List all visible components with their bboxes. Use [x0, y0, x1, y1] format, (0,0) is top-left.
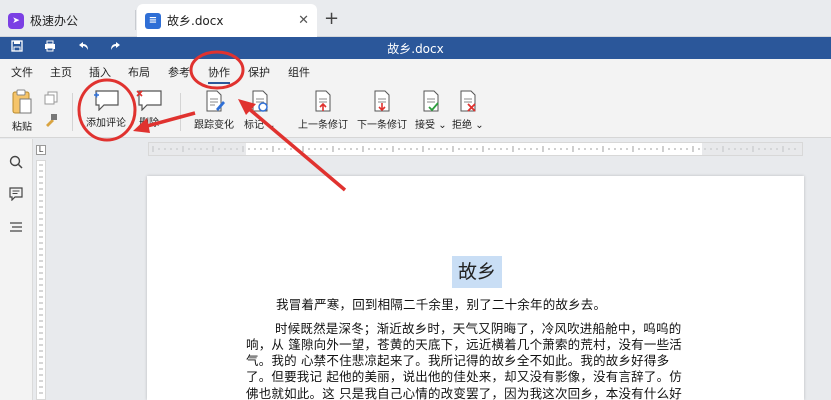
copy-icon[interactable] [44, 91, 58, 105]
reject-icon [460, 90, 476, 112]
comment-add-icon [94, 90, 119, 111]
delete-comment-button[interactable]: 删除 [135, 89, 163, 129]
menu-components[interactable]: 组件 [288, 64, 310, 80]
title-bar: 故乡.docx [0, 37, 831, 59]
tab-document-label: 故乡.docx [167, 14, 224, 28]
rocket-icon: ➤ [8, 12, 24, 29]
menu-bar: 文件 主页 插入 布局 参考 协作 保护 组件 [0, 59, 831, 85]
next-change-button[interactable]: 下一条修订 [357, 89, 407, 131]
menu-home[interactable]: 主页 [50, 64, 72, 80]
close-icon[interactable]: ✕ [298, 13, 309, 28]
document-icon: ≡ [145, 12, 161, 29]
chevron-down-icon: ⌄ [475, 120, 484, 131]
menu-protect[interactable]: 保护 [248, 64, 270, 80]
save-icon[interactable] [9, 40, 25, 55]
menu-collaboration[interactable]: 协作 [208, 64, 230, 84]
document-line[interactable]: 我冒着严寒，回到相隔二千余里，别了二十余年的故乡去。 [276, 294, 606, 313]
delete-comment-label: 删除 [139, 118, 159, 129]
previous-change-label: 上一条修订 [298, 120, 348, 131]
document-heading[interactable]: 故乡 [452, 256, 502, 288]
format-painter-icon[interactable] [44, 113, 58, 127]
vertical-ruler[interactable] [36, 160, 46, 400]
comments-icon[interactable] [9, 187, 25, 203]
track-changes-button[interactable]: 跟踪变化 [194, 89, 234, 131]
add-comment-button[interactable]: 添加评论 [86, 89, 126, 129]
menu-insert[interactable]: 插入 [89, 64, 111, 80]
print-icon[interactable] [42, 40, 58, 55]
markup-icon [252, 90, 268, 112]
ribbon-separator [72, 93, 73, 131]
menu-file[interactable]: 文件 [11, 64, 33, 80]
next-change-icon [374, 90, 390, 112]
menu-layout[interactable]: 布局 [128, 64, 150, 80]
ribbon: 粘贴 添加评论 删除 跟踪变化 标记 ⌄ 上一条修订 下一条修订 接受 ⌄ 拒绝… [0, 85, 831, 138]
search-icon[interactable] [9, 155, 25, 171]
chevron-down-icon: ⌄ [438, 120, 447, 131]
accept-button[interactable]: 接受 ⌄ [415, 89, 447, 131]
accept-text: 接受 [415, 120, 435, 131]
tab-bar: ➤ 极速办公 ≡ 故乡.docx ✕ + [0, 0, 831, 37]
undo-icon[interactable] [75, 40, 91, 55]
previous-change-button[interactable]: 上一条修订 [298, 89, 348, 131]
accept-label: 接受 ⌄ [415, 116, 447, 131]
paste-button[interactable]: 粘贴 [12, 89, 32, 133]
menu-references[interactable]: 参考 [168, 64, 190, 80]
tab-stop-selector[interactable]: L [36, 145, 46, 155]
add-tab-icon[interactable]: + [324, 8, 339, 29]
track-changes-icon [206, 90, 225, 112]
comment-delete-icon [136, 90, 162, 111]
document-line[interactable]: 佛也就如此。这 只是我自己心情的改变罢了，因为我这次回乡，本没有什么好 [246, 383, 682, 400]
display-mode-button[interactable]: 标记 ⌄ [244, 89, 276, 131]
reject-button[interactable]: 拒绝 ⌄ [452, 89, 484, 131]
chevron-down-icon: ⌄ [267, 120, 276, 131]
tab-separator [135, 10, 136, 30]
display-mode-label: 标记 ⌄ [244, 116, 276, 131]
track-changes-label: 跟踪变化 [194, 120, 234, 131]
paste-label: 粘贴 [12, 122, 32, 133]
document-title: 故乡.docx [387, 42, 444, 56]
display-mode-text: 标记 [244, 120, 264, 131]
horizontal-ruler[interactable] [148, 142, 803, 156]
add-comment-label: 添加评论 [86, 118, 126, 129]
tab-home-label: 极速办公 [30, 14, 79, 28]
navigation-icon[interactable] [9, 220, 25, 236]
reject-label: 拒绝 ⌄ [452, 116, 484, 131]
previous-change-icon [315, 90, 331, 112]
next-change-label: 下一条修订 [357, 120, 407, 131]
redo-icon[interactable] [108, 40, 124, 55]
tab-document[interactable]: ≡ 故乡.docx ✕ [137, 4, 317, 37]
reject-text: 拒绝 [452, 120, 472, 131]
clipboard-icon [12, 89, 32, 114]
left-side-panel [0, 139, 33, 400]
accept-icon [423, 90, 439, 112]
tab-home[interactable]: ➤ 极速办公 [0, 4, 134, 37]
ribbon-separator [180, 93, 181, 131]
